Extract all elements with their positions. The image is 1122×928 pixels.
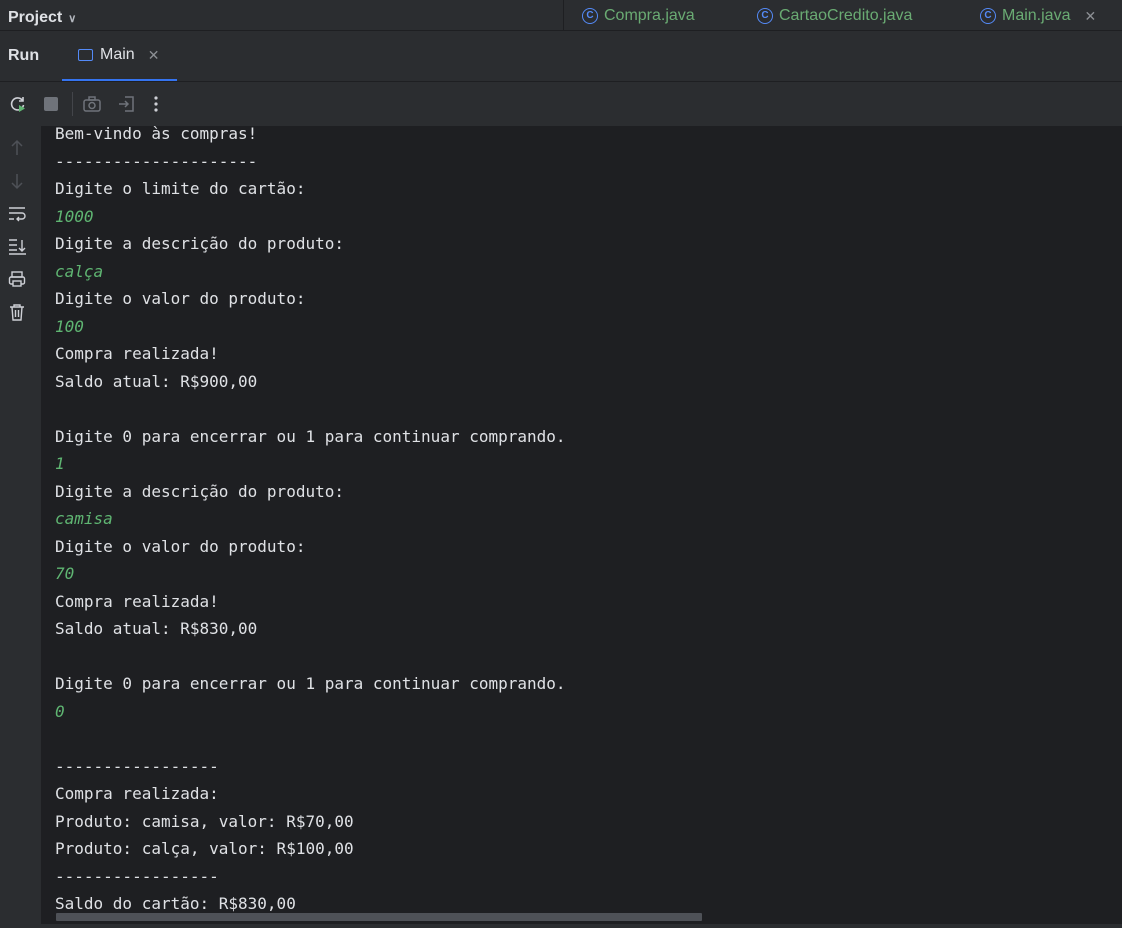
scroll-to-end-icon[interactable] xyxy=(7,236,27,256)
main-class-icon: C xyxy=(980,8,996,24)
run-tab-label: Main xyxy=(100,46,135,63)
more-icon[interactable] xyxy=(146,94,166,114)
console-input-line: 100 xyxy=(55,316,84,336)
console-output-line: --------------------- xyxy=(55,151,258,171)
console-output-line: Bem-vindo às compras! xyxy=(55,126,258,143)
console-input-line: 1000 xyxy=(55,206,94,226)
console-side-toolbar xyxy=(0,126,41,928)
editor-tabs: C Compra.java C CartaoCredito.java C Mai… xyxy=(563,0,1122,30)
tab-main-java[interactable]: C Main.java ✕ xyxy=(980,7,1096,25)
chevron-down-icon: ∨ xyxy=(68,12,77,25)
trash-icon[interactable] xyxy=(7,302,27,322)
console-output-line: ----------------- xyxy=(55,756,219,776)
close-icon[interactable]: ✕ xyxy=(148,47,160,64)
console-output[interactable]: Bem-vindo às compras! -------------------… xyxy=(41,126,1122,916)
top-bar: Project ∨ C Compra.java C CartaoCredito.… xyxy=(0,0,1122,31)
console-output-line: Compra realizada! xyxy=(55,344,219,363)
console-output-line: Digite o limite do cartão: xyxy=(55,179,306,198)
console-input-line: 1 xyxy=(55,454,65,473)
bottom-border xyxy=(0,924,1122,928)
camera-icon[interactable] xyxy=(82,94,102,114)
console-output-line: Compra realizada: xyxy=(55,784,219,803)
tab-label: Compra.java xyxy=(604,7,695,24)
run-tab-main[interactable]: Main ✕ xyxy=(62,31,177,81)
stop-icon[interactable] xyxy=(41,94,61,114)
tab-label: Main.java xyxy=(1002,7,1071,24)
run-title: Run xyxy=(8,47,40,64)
arrow-down-icon[interactable] xyxy=(7,171,27,191)
console-output-line: Produto: calça, valor: R$100,00 xyxy=(55,839,354,858)
console-output-line: Saldo do cartão: R$830,00 xyxy=(55,894,296,913)
console-output-line: Compra realizada! xyxy=(55,591,219,611)
tab-label: CartaoCredito.java xyxy=(779,7,913,24)
console-input-line: calça xyxy=(55,261,104,281)
console-output-line: Digite o valor do produto: xyxy=(55,289,306,308)
project-label: Project xyxy=(8,9,63,26)
console-output-line: ----------------- xyxy=(55,866,219,886)
console-output-line: Saldo atual: R$830,00 xyxy=(55,619,258,638)
soft-wrap-icon[interactable] xyxy=(7,204,27,224)
console-input-line: 0 xyxy=(55,701,65,721)
tab-compra-java[interactable]: C Compra.java xyxy=(582,7,695,25)
rerun-icon[interactable] xyxy=(8,94,28,114)
console-input-line: 70 xyxy=(55,564,75,583)
horizontal-scrollbar[interactable] xyxy=(56,913,702,921)
tab-cartaocredito-java[interactable]: C CartaoCredito.java xyxy=(757,7,912,25)
print-icon[interactable] xyxy=(7,269,27,289)
toolbar-separator xyxy=(72,92,73,116)
console-output-line: Digite a descrição do produto: xyxy=(55,234,344,253)
console-output-line: Saldo atual: R$900,00 xyxy=(55,371,258,391)
console-output-line: Produto: camisa, valor: R$70,00 xyxy=(55,811,354,831)
run-toolbar xyxy=(0,82,1122,126)
class-icon: C xyxy=(582,8,598,24)
project-menu[interactable]: Project ∨ xyxy=(8,9,76,27)
console-output-line: Digite o valor do produto: xyxy=(55,536,306,556)
console-output-line: Digite a descrição do produto: xyxy=(55,481,344,501)
class-icon: C xyxy=(757,8,773,24)
console-input-line: camisa xyxy=(55,509,113,528)
console-output-line: Digite 0 para encerrar ou 1 para continu… xyxy=(55,674,566,693)
close-icon[interactable]: ✕ xyxy=(1084,8,1096,25)
run-tool-window-header: Run Main ✕ xyxy=(0,31,1122,82)
console-output-line: Digite 0 para encerrar ou 1 para continu… xyxy=(55,426,566,446)
arrow-up-icon[interactable] xyxy=(7,138,27,158)
console-window-icon xyxy=(78,49,93,61)
exit-icon[interactable] xyxy=(116,94,136,114)
